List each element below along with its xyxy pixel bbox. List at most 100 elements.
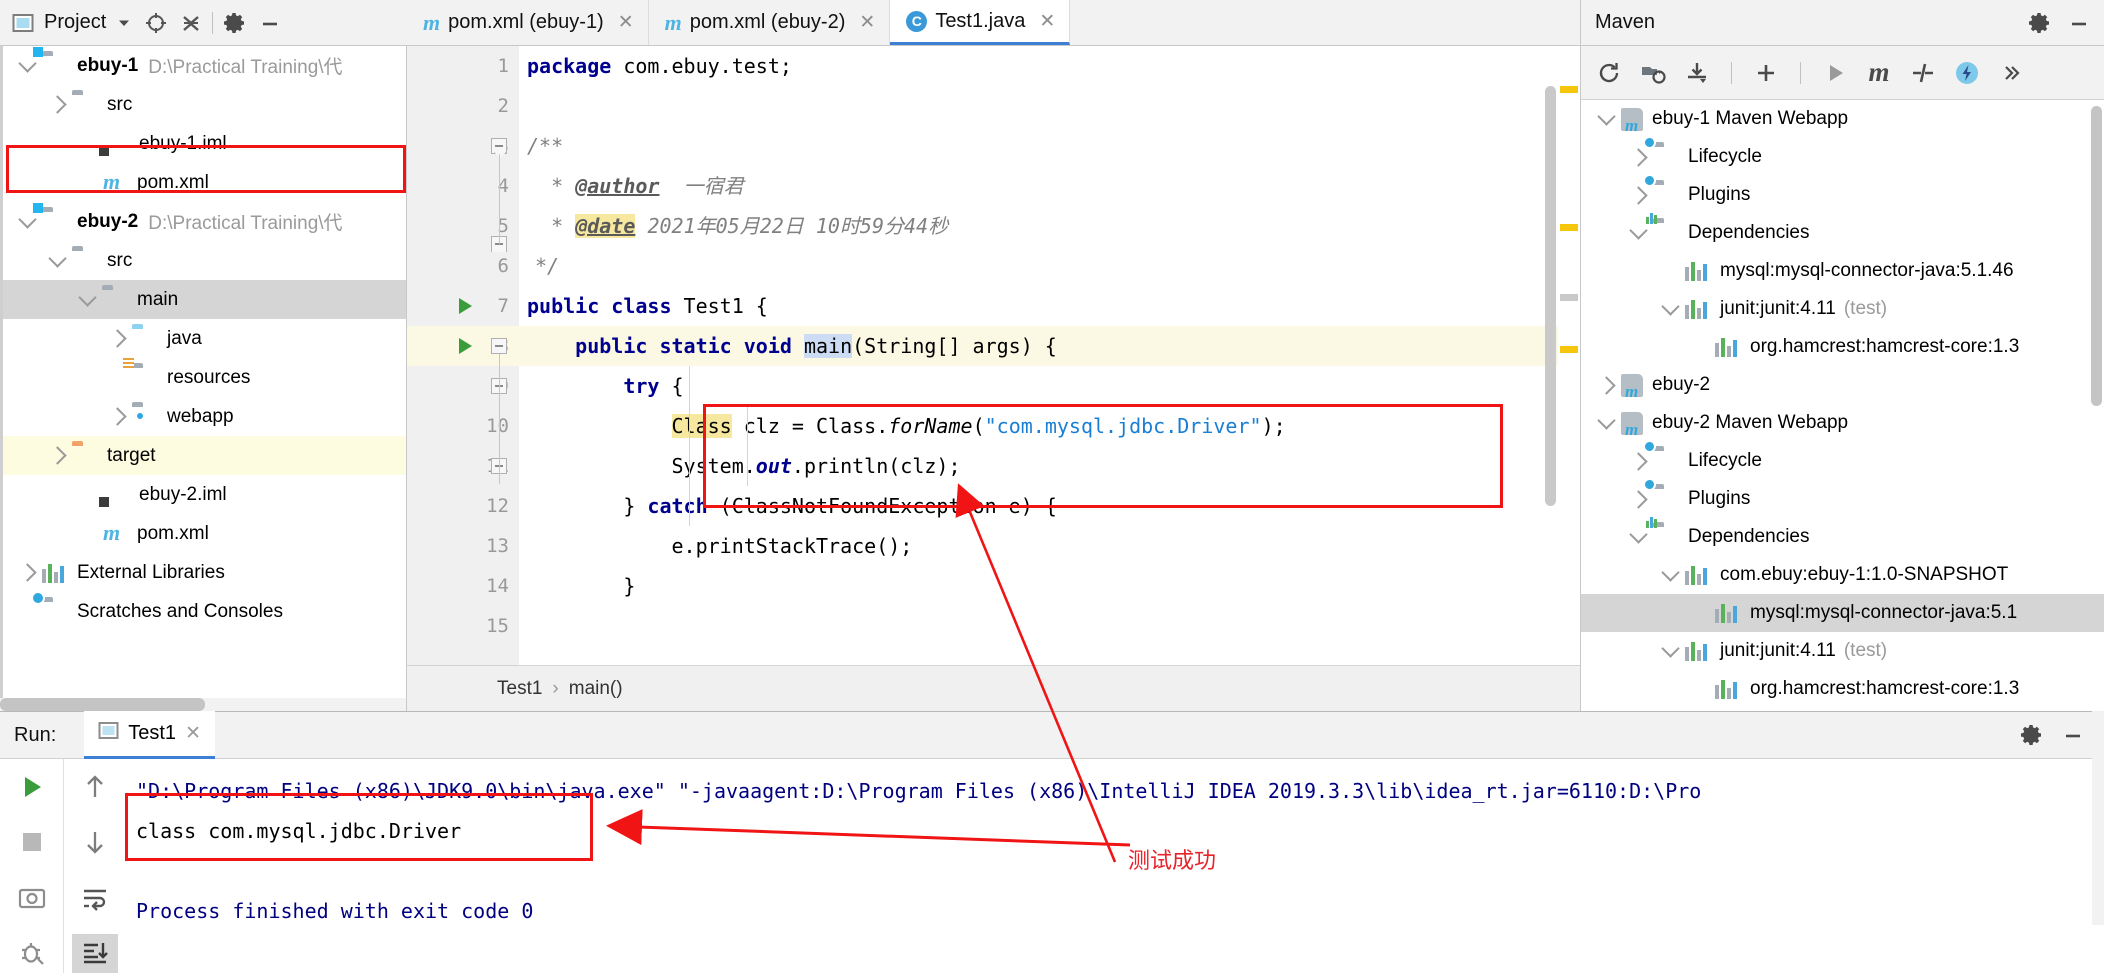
maven-tree-item-dependencies-2[interactable]: Dependencies: [1581, 517, 2104, 556]
maven-vertical-scrollbar[interactable]: [2091, 106, 2102, 406]
generate-sources-icon[interactable]: [1633, 53, 1673, 93]
minimize-icon[interactable]: [2062, 724, 2084, 746]
project-panel-title[interactable]: Project: [44, 11, 106, 34]
tree-item-ebuy-1-iml[interactable]: ebuy-1.iml: [0, 124, 406, 163]
gear-icon[interactable]: [2028, 11, 2052, 35]
chevron-down-icon[interactable]: [116, 15, 132, 31]
add-icon[interactable]: [1746, 53, 1786, 93]
maven-tree-item-mysql-connector[interactable]: mysql:mysql-connector-java:5.1.46: [1581, 252, 2104, 290]
maven-tree-item-junit[interactable]: junit:junit:4.11 (test): [1581, 290, 2104, 328]
more-icon[interactable]: [1991, 53, 2031, 93]
minimize-icon[interactable]: [2068, 12, 2090, 34]
close-icon[interactable]: ✕: [618, 11, 634, 34]
chevron-right-icon[interactable]: [1623, 451, 1653, 471]
maven-tree[interactable]: ebuy-1 Maven Webapp Lifecycle Plugins De…: [1581, 100, 2104, 708]
tree-item-java[interactable]: java: [0, 319, 406, 358]
rerun-icon[interactable]: [9, 767, 55, 807]
run-icon[interactable]: [1815, 53, 1855, 93]
maven-tree-item-hamcrest-2[interactable]: org.hamcrest:hamcrest-core:1.3: [1581, 670, 2104, 708]
chevron-down-icon[interactable]: [1623, 525, 1653, 544]
maven-tool-window[interactable]: m ebuy-1 Maven Webapp: [1580, 46, 2104, 711]
error-stripe-gutter[interactable]: [1558, 46, 1580, 619]
chevron-down-icon[interactable]: [1591, 411, 1621, 430]
close-icon[interactable]: ✕: [185, 722, 201, 745]
maven-tree-item-junit-2[interactable]: junit:junit:4.11 (test): [1581, 632, 2104, 670]
chevron-right-icon[interactable]: [1623, 489, 1653, 509]
chevron-down-icon[interactable]: [1623, 221, 1653, 240]
console-output[interactable]: "D:\Program Files (x86)\JDK9.0\bin\java.…: [126, 759, 2104, 973]
soft-wrap-icon[interactable]: [72, 878, 118, 918]
tree-item-ebuy-2-iml[interactable]: ebuy-2.iml: [0, 475, 406, 514]
down-arrow-icon[interactable]: [72, 823, 118, 863]
fold-marker-icon[interactable]: [491, 338, 507, 354]
tree-item-ebuy-1[interactable]: ebuy-1 D:\Practical Training\代: [0, 46, 406, 85]
toggle-skip-tests-icon[interactable]: [1903, 53, 1943, 93]
close-icon[interactable]: ✕: [859, 11, 875, 34]
tree-item-webapp[interactable]: webapp: [0, 397, 406, 436]
breadcrumb-method[interactable]: main(): [569, 678, 623, 700]
chevron-right-icon[interactable]: [102, 407, 132, 426]
maven-tree-item-mysql-connector-2[interactable]: mysql:mysql-connector-java:5.1: [1581, 594, 2104, 632]
up-arrow-icon[interactable]: [72, 767, 118, 807]
fold-marker-icon[interactable]: [491, 138, 507, 154]
chevron-right-icon[interactable]: [1591, 375, 1621, 395]
maven-tree-item-dependencies[interactable]: Dependencies: [1581, 213, 2104, 252]
minimize-icon[interactable]: [259, 12, 281, 34]
chevron-down-icon[interactable]: [12, 209, 42, 229]
code-editor[interactable]: 1 2 3 4 5 6 7 8 9 10 11 12 13 14 15: [407, 46, 1580, 711]
chevron-right-icon[interactable]: [42, 95, 72, 114]
reimport-icon[interactable]: [1589, 53, 1629, 93]
tree-item-main[interactable]: main: [0, 280, 406, 319]
run-method-gutter-icon[interactable]: [459, 338, 472, 354]
chevron-down-icon[interactable]: [1655, 639, 1685, 658]
maven-tree-item-lifecycle-2[interactable]: Lifecycle: [1581, 440, 2104, 480]
tree-item-ebuy-2-src[interactable]: src: [0, 241, 406, 280]
tree-item-ebuy-1-pom[interactable]: m pom.xml: [0, 163, 406, 202]
maven-tree-item-plugins[interactable]: Plugins: [1581, 174, 2104, 214]
tree-item-ebuy-2-pom[interactable]: m pom.xml: [0, 514, 406, 553]
run-class-gutter-icon[interactable]: [459, 298, 472, 314]
project-tree[interactable]: ebuy-1 D:\Practical Training\代 src ebuy-…: [0, 46, 407, 711]
maven-tree-item-ebuy-2-webapp[interactable]: ebuy-2 Maven Webapp: [1581, 404, 2104, 442]
editor-tab-pom-ebuy-2[interactable]: m pom.xml (ebuy-2) ✕: [648, 0, 891, 45]
tree-item-ebuy-2[interactable]: ebuy-2 D:\Practical Training\代: [0, 202, 406, 241]
chevron-down-icon[interactable]: [42, 248, 72, 268]
breadcrumb-class[interactable]: Test1: [497, 678, 542, 700]
chevron-right-icon[interactable]: [102, 329, 132, 348]
download-sources-icon[interactable]: [1677, 53, 1717, 93]
chevron-right-icon[interactable]: [1623, 147, 1653, 167]
screenshot-icon[interactable]: [9, 878, 55, 918]
maven-tree-item-hamcrest[interactable]: org.hamcrest:hamcrest-core:1.3: [1581, 328, 2104, 366]
chevron-down-icon[interactable]: [72, 287, 102, 307]
gear-icon[interactable]: [223, 11, 247, 35]
chevron-right-icon[interactable]: [12, 563, 42, 582]
editor-vertical-scrollbar[interactable]: [1545, 86, 1556, 506]
execute-maven-goal-icon[interactable]: m: [1859, 53, 1899, 93]
chevron-down-icon[interactable]: [1655, 563, 1685, 582]
maven-tree-item-ebuy-2[interactable]: ebuy-2: [1581, 366, 2104, 404]
stop-icon[interactable]: [9, 823, 55, 863]
chevron-down-icon[interactable]: [1655, 297, 1685, 316]
project-tree-horizontal-scrollbar[interactable]: [0, 698, 406, 711]
collapse-all-icon[interactable]: [180, 12, 202, 34]
maven-tree-item-ebuy-1-webapp[interactable]: ebuy-1 Maven Webapp: [1581, 100, 2104, 138]
chevron-down-icon[interactable]: [12, 53, 42, 73]
tree-item-scratches-and-consoles[interactable]: Scratches and Consoles: [0, 590, 406, 631]
gear-icon[interactable]: [2020, 723, 2044, 747]
editor-tab-test1-java[interactable]: C Test1.java ✕: [890, 0, 1071, 45]
run-tab-test1[interactable]: Test1 ✕: [84, 711, 215, 759]
show-diagram-icon[interactable]: [1947, 53, 1987, 93]
maven-tree-item-plugins-2[interactable]: Plugins: [1581, 478, 2104, 518]
tree-item-ebuy-1-src[interactable]: src: [0, 85, 406, 124]
locate-icon[interactable]: [144, 11, 168, 35]
maven-tree-item-com-ebuy-snapshot[interactable]: com.ebuy:ebuy-1:1.0-SNAPSHOT: [1581, 556, 2104, 594]
tree-item-external-libraries[interactable]: External Libraries: [0, 553, 406, 592]
console-vertical-scrollbar[interactable]: [2092, 711, 2104, 925]
run-tool-window[interactable]: Run: Test1 ✕ "D:\Program Files (x86)\JDK…: [0, 711, 2104, 973]
chevron-right-icon[interactable]: [1623, 185, 1653, 205]
chevron-right-icon[interactable]: [42, 446, 72, 465]
tree-item-target[interactable]: target: [0, 436, 406, 475]
editor-tab-pom-ebuy-1[interactable]: m pom.xml (ebuy-1) ✕: [407, 0, 649, 45]
editor-gutter[interactable]: 1 2 3 4 5 6 7 8 9 10 11 12 13 14 15: [407, 46, 519, 665]
tree-item-resources[interactable]: resources: [0, 357, 406, 397]
